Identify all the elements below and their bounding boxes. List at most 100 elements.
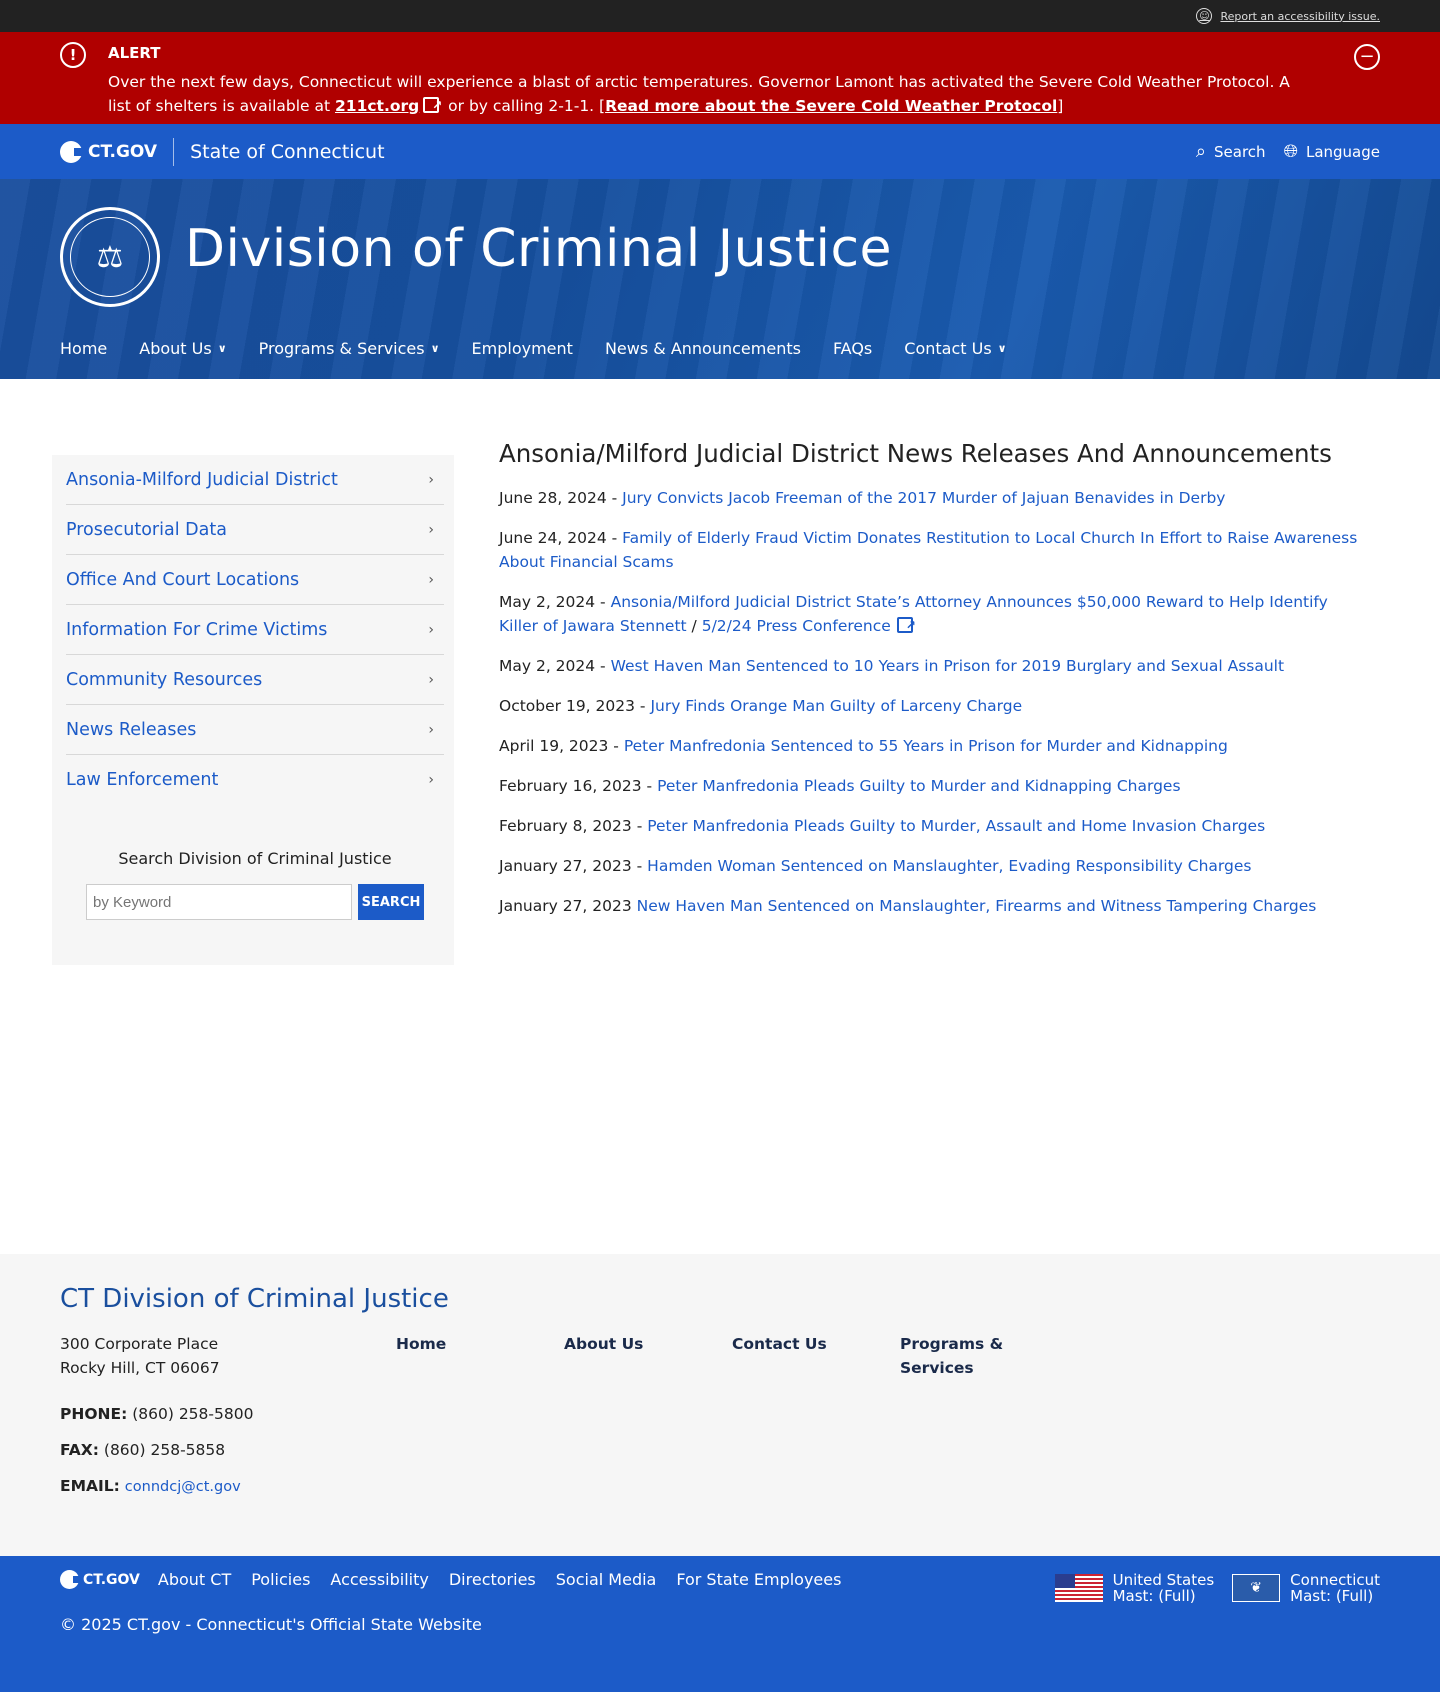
collapse-alert-button[interactable]: − [1354, 44, 1380, 70]
news-date: February 16, 2023 - [499, 777, 658, 795]
footer-link-policies[interactable]: Policies [251, 1570, 310, 1589]
nav-programs-services[interactable]: Programs & Services ∨ [259, 339, 440, 358]
list-item: May 2, 2024 - Ansonia/Milford Judicial D… [499, 590, 1369, 638]
ctgov-logo[interactable]: CT.GOV [60, 140, 157, 163]
news-date: April 19, 2023 - [499, 737, 624, 755]
language-button[interactable]: 🌐︎ Language [1284, 141, 1380, 162]
news-link[interactable]: Peter Manfredonia Pleads Guilty to Murde… [647, 817, 1265, 835]
footer-email: EMAIL: conndcj@ct.gov [60, 1474, 396, 1499]
ct-mast-text: Connecticut Mast: (Full) [1290, 1572, 1380, 1604]
site-search-button[interactable]: SEARCH [358, 884, 424, 920]
nav-home[interactable]: Home [60, 339, 107, 358]
nav-about-us[interactable]: About Us ∨ [139, 339, 226, 358]
address-line-1: 300 Corporate Place [60, 1335, 219, 1353]
sidebar-item-law-enforcement[interactable]: Law Enforcement › [66, 755, 444, 805]
news-link[interactable]: West Haven Man Sentenced to 10 Years in … [611, 657, 1284, 675]
news-date: June 28, 2024 - [499, 489, 623, 507]
sidebar-item-ansonia-milford[interactable]: Ansonia-Milford Judicial District › [66, 455, 444, 505]
news-link[interactable]: New Haven Man Sentenced on Manslaughter,… [637, 897, 1317, 915]
alert-text: Over the next few days, Connecticut will… [108, 70, 1300, 118]
sidebar-item-office-court-locations[interactable]: Office And Court Locations › [66, 555, 444, 605]
news-list: June 28, 2024 - Jury Convicts Jacob Free… [499, 486, 1369, 918]
us-flag-status[interactable]: United States Mast: (Full) [1054, 1572, 1214, 1604]
footer-title: CT Division of Criminal Justice [60, 1284, 449, 1314]
accessibility-report-link[interactable]: ☺ Report an accessibility issue. [1196, 8, 1380, 24]
nav-about-us-label: About Us [139, 339, 212, 358]
sidebar-item-label: Community Resources [66, 669, 263, 690]
page-title: Ansonia/Milford Judicial District News R… [499, 439, 1332, 468]
nav-news-label: News & Announcements [604, 339, 801, 358]
sidebar-item-community-resources[interactable]: Community Resources › [66, 655, 444, 705]
footer-phone: PHONE: (860) 258-5800 [60, 1402, 396, 1426]
sidebar-item-news-releases[interactable]: News Releases › [66, 705, 444, 755]
sidebar-item-label: Ansonia-Milford Judicial District [66, 469, 338, 490]
ctgov-footer-logo[interactable]: CT.GOV [60, 1570, 140, 1589]
nav-faqs-label: FAQs [832, 339, 873, 358]
list-item: February 8, 2023 - Peter Manfredonia Ple… [499, 814, 1369, 838]
state-name: State of Connecticut [190, 140, 385, 163]
news-date: February 8, 2023 - [499, 817, 648, 835]
minus-icon: − [1359, 46, 1375, 67]
press-conference-link[interactable]: 5/2/24 Press Conference [702, 617, 891, 635]
search-icon: ⌕ [1195, 141, 1207, 162]
email-link[interactable]: conndcj@ct.gov [125, 1479, 241, 1495]
flag-status: United States Mast: (Full) ❦ Connecticut M… [1054, 1572, 1380, 1604]
sidebar-item-crime-victims[interactable]: Information For Crime Victims › [66, 605, 444, 655]
header-divider [173, 137, 175, 166]
footer-link-about-ct[interactable]: About CT [158, 1570, 231, 1589]
list-item: February 16, 2023 - Peter Manfredonia Pl… [499, 774, 1369, 798]
news-link[interactable]: Jury Finds Orange Man Guilty of Larceny … [650, 697, 1022, 715]
seal-emblem-icon: ⚖ [70, 217, 150, 297]
list-item: June 24, 2024 - Family of Elderly Fraud … [499, 526, 1369, 574]
alert-banner: ! ALERT Over the next few days, Connecti… [0, 32, 1440, 124]
footer-address: 300 Corporate Place Rocky Hill, CT 06067 [60, 1332, 396, 1380]
nav-faqs[interactable]: FAQs [833, 339, 872, 358]
search-button[interactable]: ⌕ Search [1196, 141, 1266, 162]
footer-link-state-employees[interactable]: For State Employees [676, 1570, 841, 1589]
chevron-right-icon: › [428, 671, 434, 688]
news-link[interactable]: Family of Elderly Fraud Victim Donates R… [499, 529, 1357, 571]
news-section: Ansonia/Milford Judicial District News R… [499, 439, 1369, 1254]
footer-link-programs-services[interactable]: Programs & Services [900, 1332, 1010, 1511]
news-link[interactable]: Peter Manfredonia Pleads Guilty to Murde… [657, 777, 1180, 795]
list-item: May 2, 2024 - West Haven Man Sentenced t… [499, 654, 1369, 678]
agency-seal: ⚖ [60, 207, 160, 307]
news-link[interactable]: Peter Manfredonia Sentenced to 55 Years … [624, 737, 1228, 755]
nav-home-label: Home [60, 339, 108, 358]
ctgov-logo-icon [60, 140, 84, 163]
sidebar-item-prosecutorial-data[interactable]: Prosecutorial Data › [66, 505, 444, 555]
header-actions: ⌕ Search 🌐︎ Language [1196, 141, 1380, 162]
language-label: Language [1305, 142, 1380, 161]
footer-link-home[interactable]: Home [396, 1332, 564, 1511]
nav-contact-us[interactable]: Contact Us ∨ [904, 339, 1006, 358]
footer-link-about-us[interactable]: About Us [564, 1332, 732, 1511]
alert-title: ALERT [108, 44, 161, 62]
alert-body: ALERT Over the next few days, Connecticu… [108, 44, 1300, 118]
footer-link-accessibility[interactable]: Accessibility [330, 1570, 428, 1589]
cold-weather-protocol-link[interactable]: Read more about the Severe Cold Weather … [605, 97, 1057, 115]
nav-employment[interactable]: Employment [472, 339, 573, 358]
news-link[interactable]: Hamden Woman Sentenced on Manslaughter, … [647, 857, 1251, 875]
shelter-link[interactable]: 211ct.org [335, 97, 419, 115]
news-date: January 27, 2023 - [499, 857, 648, 875]
utility-bar: ☺ Report an accessibility issue. [0, 0, 1440, 32]
chevron-right-icon: › [428, 471, 434, 488]
list-item: October 19, 2023 - Jury Finds Orange Man… [499, 694, 1369, 718]
nav-contact-label: Contact Us [904, 339, 992, 358]
ct-flag-status[interactable]: ❦ Connecticut Mast: (Full) [1232, 1572, 1380, 1604]
footer-link-social-media[interactable]: Social Media [556, 1570, 657, 1589]
chevron-right-icon: › [428, 772, 434, 788]
keyword-search-input[interactable] [86, 884, 352, 920]
fax-label: FAX: [60, 1441, 99, 1459]
footer-link-directories[interactable]: Directories [449, 1570, 536, 1589]
chevron-right-icon: › [428, 571, 434, 588]
nav-news-announcements[interactable]: News & Announcements [605, 339, 801, 358]
news-link[interactable]: Jury Convicts Jacob Freeman of the 2017 … [622, 489, 1225, 507]
accessibility-icon: ☺ [1196, 8, 1213, 24]
list-item: January 27, 2023 New Haven Man Sentenced… [499, 894, 1369, 918]
footer-link-contact-us[interactable]: Contact Us [732, 1332, 900, 1511]
news-date: January 27, 2023 [499, 897, 637, 915]
news-separator: / [686, 617, 702, 635]
footer-fax: FAX: (860) 258-5858 [60, 1438, 396, 1462]
ctgov-footer: CT.GOV About CT Policies Accessibility D… [0, 1556, 1440, 1692]
